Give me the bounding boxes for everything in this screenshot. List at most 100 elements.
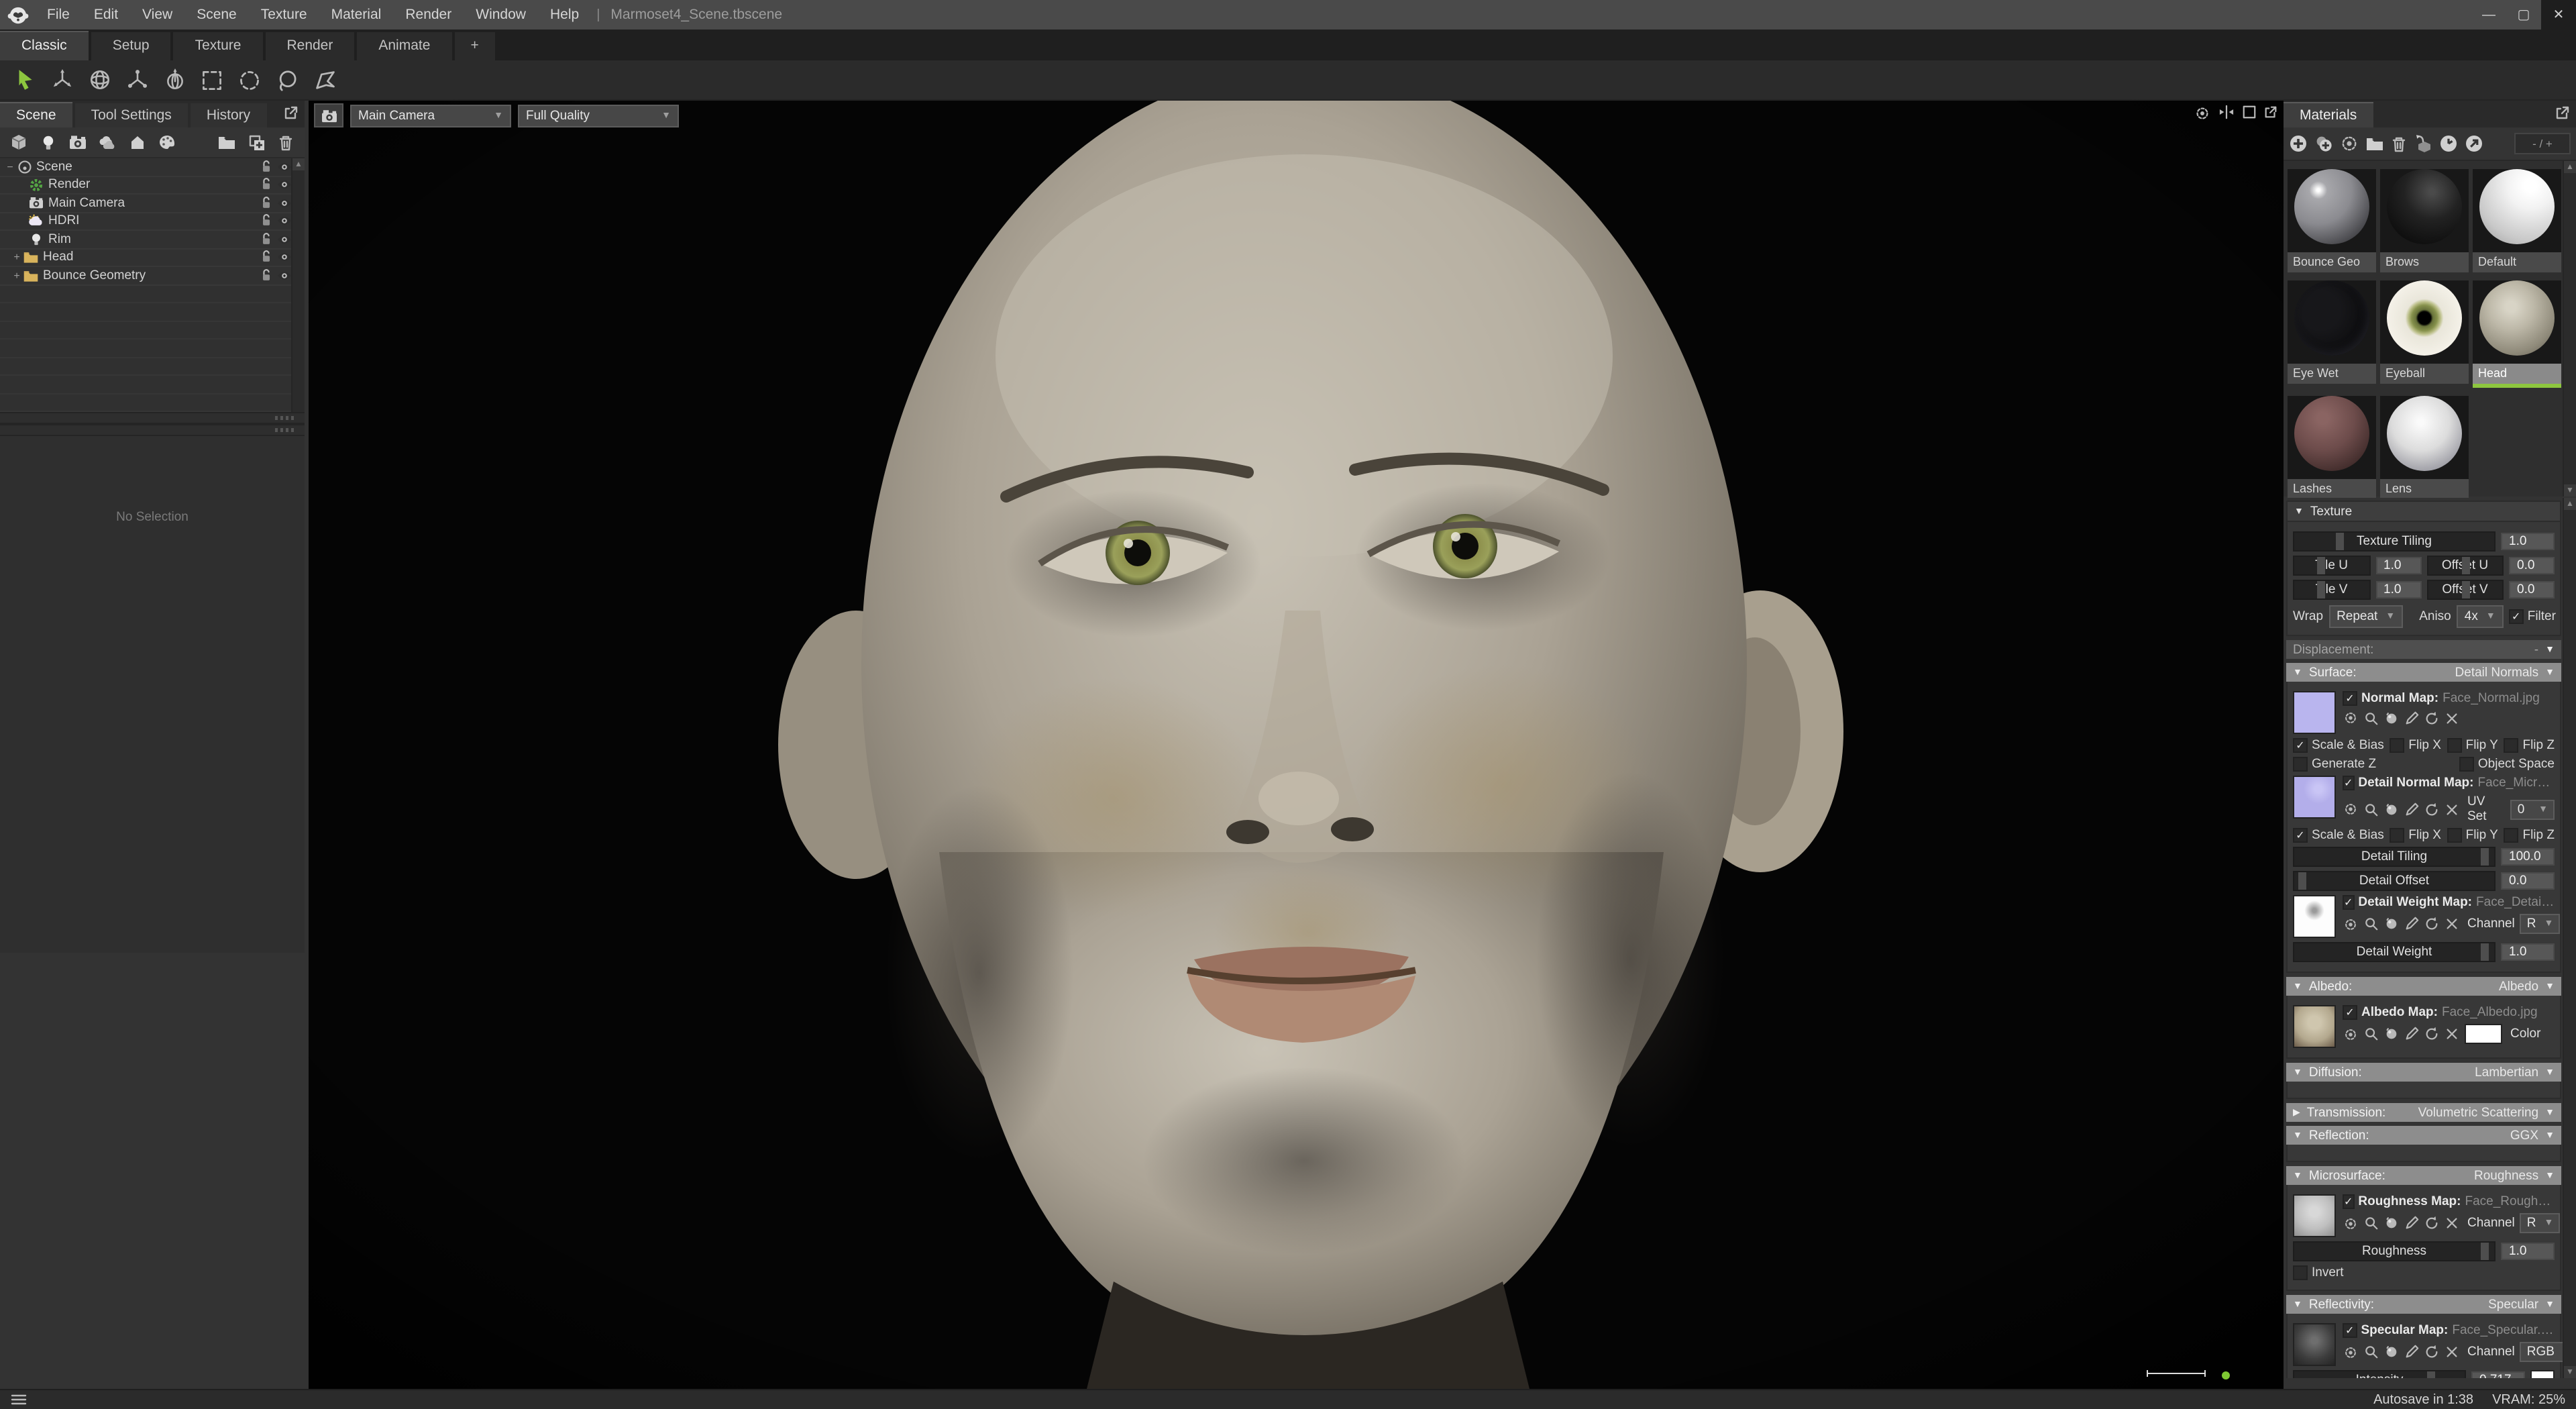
flip-z-checkbox[interactable]: ✓ <box>2504 738 2518 753</box>
menu-edit[interactable]: Edit <box>82 0 130 30</box>
roughness-value[interactable]: 1.0 <box>2501 1243 2555 1260</box>
viewport-maximize-icon[interactable] <box>2242 105 2257 122</box>
map-clear-icon[interactable] <box>2445 711 2459 725</box>
reflection-header[interactable]: ▼ Reflection: GGX ▼ <box>2286 1126 2561 1145</box>
tree-row-scene[interactable]: − Scene <box>0 158 292 176</box>
menu-texture[interactable]: Texture <box>249 0 319 30</box>
tab-texture[interactable]: Texture <box>174 32 263 60</box>
menu-view[interactable]: View <box>130 0 184 30</box>
roughness-map-checkbox[interactable]: ✓ <box>2343 1194 2354 1209</box>
menu-render[interactable]: Render <box>393 0 464 30</box>
map-edit-icon[interactable] <box>2404 1345 2419 1359</box>
tab-setup[interactable]: Setup <box>91 32 171 60</box>
map-reload-icon[interactable] <box>2424 1345 2439 1359</box>
new-folder-icon[interactable] <box>213 130 240 154</box>
specular-map-checkbox[interactable]: ✓ <box>2343 1323 2357 1338</box>
tree-row-render[interactable]: Render <box>0 176 292 195</box>
map-search-icon[interactable] <box>2364 1345 2379 1359</box>
material-counter[interactable]: - / + <box>2514 133 2571 154</box>
material-folder-icon[interactable] <box>2365 136 2384 152</box>
material-bounce-geo[interactable]: Bounce Geo <box>2288 165 2376 272</box>
lock-icon[interactable] <box>258 160 275 174</box>
add-object-icon[interactable] <box>5 130 32 154</box>
intensity-slider[interactable]: Intensity <box>2293 1370 2466 1378</box>
albedo-map-checkbox[interactable]: ✓ <box>2343 1005 2357 1020</box>
chevron-down-icon[interactable]: ▼ <box>2545 1171 2555 1180</box>
object-space-checkbox[interactable]: ✓ <box>2459 757 2474 772</box>
tree-row-rim[interactable]: Rim <box>0 231 292 249</box>
detail-normal-map-checkbox[interactable]: ✓ <box>2343 776 2354 790</box>
duplicate-icon[interactable] <box>243 130 270 154</box>
map-clear-icon[interactable] <box>2445 1216 2459 1231</box>
detail-flip-x-checkbox[interactable]: ✓ <box>2390 828 2404 843</box>
map-preview-icon[interactable] <box>2384 1216 2399 1231</box>
diffusion-header[interactable]: ▼ Diffusion: Lambertian ▼ <box>2286 1063 2561 1082</box>
map-clear-icon[interactable] <box>2445 802 2459 817</box>
map-settings-gear-icon[interactable] <box>2343 1026 2359 1042</box>
camera-dropdown[interactable]: Main Camera ▼ <box>350 104 511 127</box>
map-settings-gear-icon[interactable] <box>2343 916 2359 932</box>
map-edit-icon[interactable] <box>2404 917 2419 931</box>
offset-u-value[interactable]: 0.0 <box>2509 557 2555 574</box>
load-material-icon[interactable] <box>2465 134 2483 153</box>
albedo-color-swatch[interactable] <box>2465 1024 2502 1044</box>
scroll-up-icon[interactable]: ▲ <box>2564 498 2576 510</box>
add-backdrop-icon[interactable] <box>123 130 150 154</box>
map-preview-icon[interactable] <box>2384 1345 2399 1359</box>
map-settings-gear-icon[interactable] <box>2343 801 2359 817</box>
tree-row-bounce-geometry[interactable]: + Bounce Geometry <box>0 267 292 285</box>
assign-material-icon[interactable] <box>2414 134 2432 153</box>
roughness-slider[interactable]: Roughness <box>2293 1241 2496 1261</box>
texture-tiling-slider[interactable]: Texture Tiling <box>2293 531 2496 552</box>
lock-icon[interactable] <box>258 178 275 193</box>
tile-v-value[interactable]: 1.0 <box>2375 581 2421 598</box>
menu-file[interactable]: File <box>35 0 82 30</box>
tree-row-main-camera[interactable]: Main Camera <box>0 195 292 213</box>
lock-icon[interactable] <box>258 268 275 283</box>
map-settings-gear-icon[interactable] <box>2343 710 2359 726</box>
roughness-map-thumbnail[interactable] <box>2293 1194 2336 1237</box>
channel-dropdown[interactable]: R ▼ <box>2520 1213 2561 1233</box>
map-reload-icon[interactable] <box>2424 802 2439 817</box>
viewport-settings-gear-icon[interactable] <box>2194 105 2211 122</box>
tab-render[interactable]: Render <box>265 32 354 60</box>
collapse-icon[interactable]: − <box>4 161 16 173</box>
offset-v-value[interactable]: 0.0 <box>2509 581 2555 598</box>
refresh-thumbnails-icon[interactable] <box>2439 134 2458 153</box>
intensity-color-swatch[interactable] <box>2530 1370 2555 1378</box>
lasso-tool-icon[interactable] <box>271 64 303 96</box>
texture-tiling-value[interactable]: 1.0 <box>2501 533 2555 550</box>
scroll-up-icon[interactable]: ▲ <box>292 158 305 170</box>
tab-classic[interactable]: Classic <box>0 31 89 60</box>
normal-map-thumbnail[interactable] <box>2293 691 2336 734</box>
polygon-select-tool-icon[interactable] <box>309 64 341 96</box>
material-lens[interactable]: Lens <box>2380 392 2469 499</box>
flip-x-checkbox[interactable]: ✓ <box>2390 738 2404 753</box>
chevron-down-icon[interactable]: ▼ <box>2545 645 2555 654</box>
chevron-down-icon[interactable]: ▼ <box>2545 668 2555 677</box>
material-eyeball[interactable]: Eyeball <box>2380 276 2469 388</box>
map-reload-icon[interactable] <box>2424 711 2439 725</box>
specular-map-thumbnail[interactable] <box>2293 1323 2336 1366</box>
tile-u-value[interactable]: 1.0 <box>2375 557 2421 574</box>
material-default[interactable]: Default <box>2473 165 2561 272</box>
visibility-eye-icon[interactable] <box>275 179 292 191</box>
lock-icon[interactable] <box>258 250 275 265</box>
reflectivity-header[interactable]: ▼ Reflectivity: Specular ▼ <box>2286 1295 2561 1314</box>
menu-material[interactable]: Material <box>319 0 394 30</box>
tab-animate[interactable]: Animate <box>357 32 451 60</box>
map-edit-icon[interactable] <box>2404 711 2419 725</box>
maximize-button[interactable]: ▢ <box>2506 0 2541 30</box>
properties-scrollbar[interactable]: ▲ ▼ <box>2563 498 2576 1378</box>
tab-tool-settings[interactable]: Tool Settings <box>75 103 188 127</box>
wrap-dropdown[interactable]: Repeat ▼ <box>2328 605 2403 628</box>
albedo-header[interactable]: ▼ Albedo: Albedo ▼ <box>2286 977 2561 996</box>
map-search-icon[interactable] <box>2364 917 2379 931</box>
map-preview-icon[interactable] <box>2384 711 2399 725</box>
map-edit-icon[interactable] <box>2404 802 2419 817</box>
map-search-icon[interactable] <box>2364 1027 2379 1041</box>
viewport[interactable]: Main Camera ▼ Full Quality ▼ <box>309 101 2284 1389</box>
map-edit-icon[interactable] <box>2404 1216 2419 1231</box>
detail-normal-map-thumbnail[interactable] <box>2293 776 2336 819</box>
delete-material-icon[interactable] <box>2391 135 2407 152</box>
